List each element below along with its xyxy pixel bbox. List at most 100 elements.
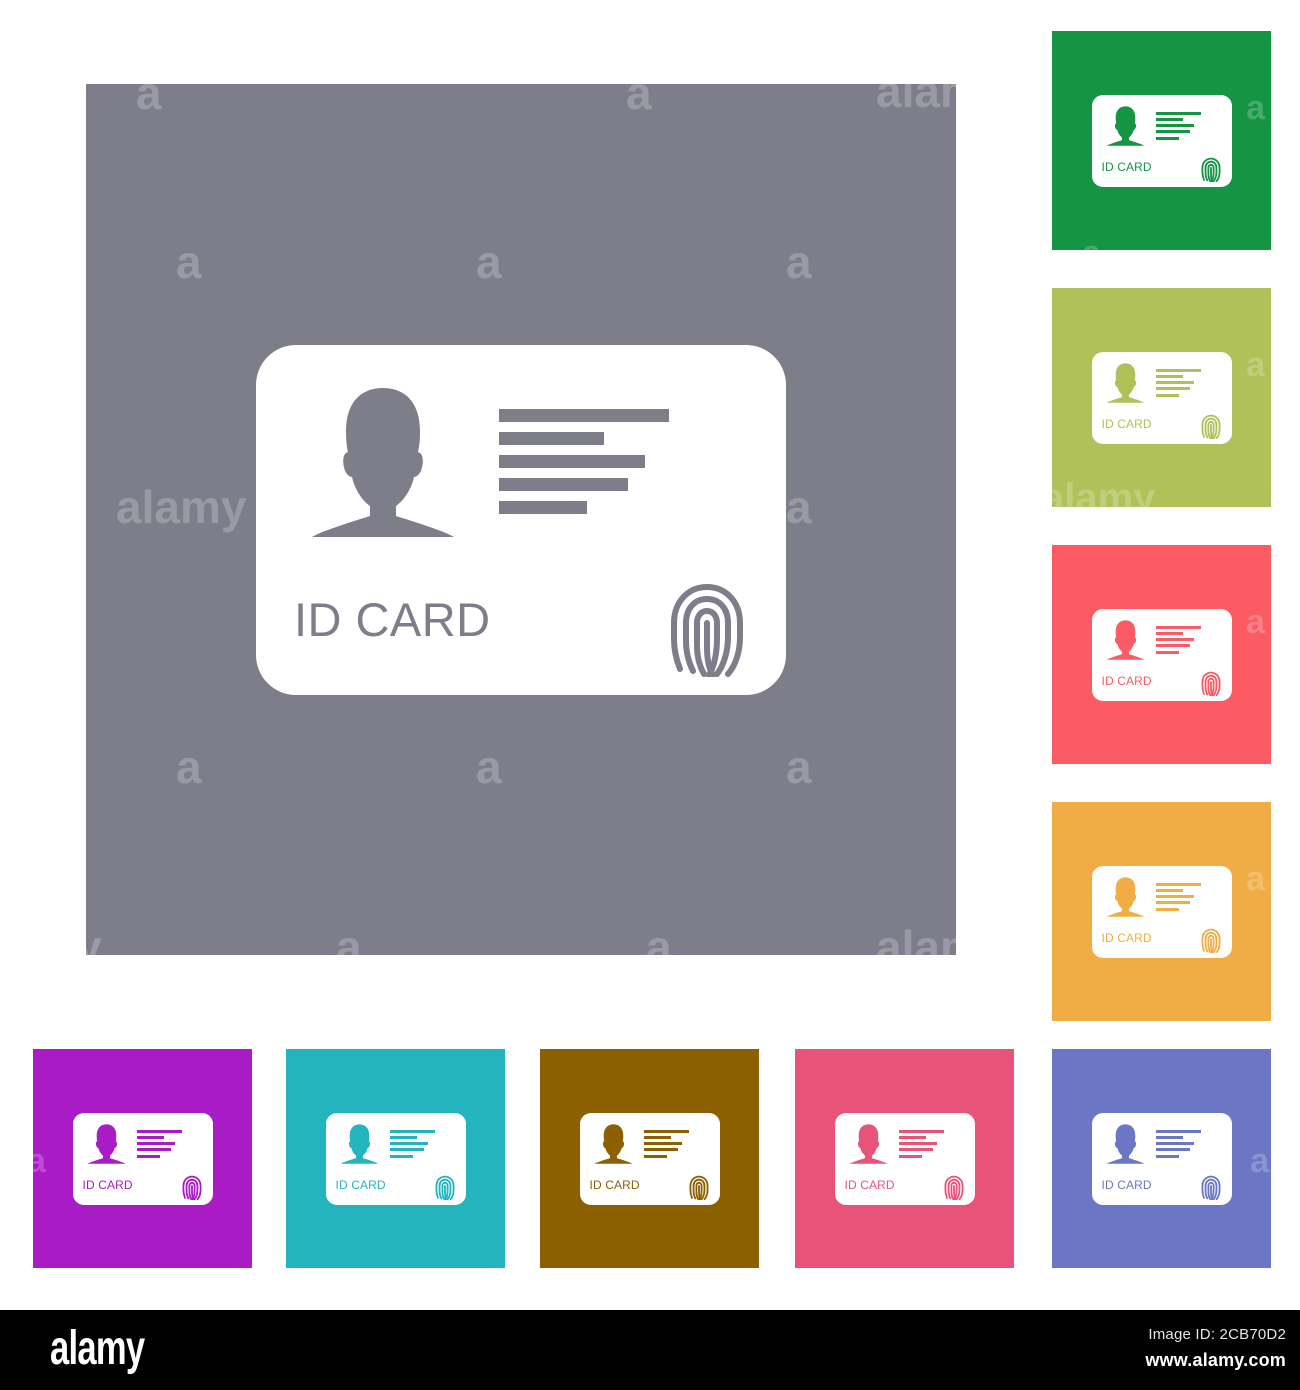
id-card-icon: ID CARD [1091, 94, 1232, 187]
fingerprint-icon [434, 1174, 456, 1200]
card-text-line [1155, 130, 1190, 134]
card-text-line [1155, 124, 1195, 127]
person-silhouette-icon [1103, 105, 1148, 146]
id-card-icon: ID CARD [1091, 608, 1232, 701]
card-text-lines [1155, 625, 1201, 654]
card-text-line [1155, 1135, 1184, 1139]
id-card-label: ID CARD [1101, 1177, 1152, 1192]
id-card-icon: ID CARD [256, 344, 786, 695]
watermark-letter: alam [876, 84, 956, 117]
watermark-letter: a [1250, 1142, 1269, 1180]
fingerprint-icon [1200, 156, 1222, 182]
id-card-label: ID CARD [1101, 673, 1152, 688]
watermark-letter: a [786, 481, 812, 533]
card-text-line [1155, 1154, 1179, 1158]
watermark-letter: a [176, 741, 202, 793]
card-text-line [389, 1142, 429, 1145]
tile-green[interactable]: a a ID CARD [1052, 31, 1271, 250]
card-text-line [898, 1129, 944, 1133]
watermark-word: alamy [116, 481, 247, 533]
watermark-letter: a [476, 741, 502, 793]
tile-light-green[interactable]: a alamy ID CARD [1052, 288, 1271, 507]
tile-brown[interactable]: ID CARD [540, 1049, 759, 1268]
card-text-lines [136, 1129, 182, 1158]
main-preview-tile[interactable]: a a alam a a a alamy a a a a y a a alam [86, 84, 956, 955]
watermark-letter: a [1246, 860, 1265, 898]
card-text-line [389, 1135, 418, 1139]
card-text-line [1155, 888, 1184, 892]
card-text-line [1155, 1129, 1201, 1133]
card-text-line [1155, 644, 1190, 648]
card-text-lines [1155, 1129, 1201, 1158]
card-text-line [136, 1148, 171, 1152]
card-text-line [1155, 1142, 1195, 1145]
card-text-line [898, 1135, 927, 1139]
tile-indigo[interactable]: a ID CARD [1052, 1049, 1271, 1268]
card-text-line [1155, 625, 1201, 629]
watermark-letter: a [176, 236, 202, 288]
tile-orange[interactable]: a ID CARD [1052, 802, 1271, 1021]
card-text-lines [389, 1129, 435, 1158]
watermark-letter: a [646, 921, 672, 955]
card-text-line [136, 1135, 165, 1139]
id-card-graphic: ID CARD [1091, 1112, 1232, 1205]
card-text-line [1155, 368, 1201, 372]
watermark-letter: a [336, 921, 362, 955]
card-text-line [136, 1142, 176, 1145]
person-silhouette-icon [1103, 1123, 1148, 1164]
id-card-graphic: ID CARD [325, 1112, 466, 1205]
card-text-line [1155, 901, 1190, 905]
id-card-icon: ID CARD [1091, 1112, 1232, 1205]
watermark-letter: alam [876, 921, 956, 955]
fingerprint-icon [181, 1174, 203, 1200]
id-card-graphic: ID CARD [1091, 865, 1232, 958]
card-text-line [499, 500, 588, 514]
id-card-label: ID CARD [335, 1177, 386, 1192]
watermark-letter: a [626, 84, 652, 119]
watermark-letter: y [86, 921, 102, 955]
card-text-line [136, 1129, 182, 1133]
person-silhouette-icon [298, 383, 468, 538]
image-id-label: Image ID: 2CB70D2 [1148, 1326, 1286, 1343]
tile-red[interactable]: a ID CARD [1052, 545, 1271, 764]
fingerprint-icon [1200, 670, 1222, 696]
card-text-lines [1155, 882, 1201, 911]
card-text-line [643, 1142, 683, 1145]
watermark-letter: a [1246, 89, 1265, 127]
card-text-line [389, 1129, 435, 1133]
id-card-graphic: ID CARD [1091, 351, 1232, 444]
card-text-line [1155, 907, 1179, 911]
person-silhouette-icon [337, 1123, 382, 1164]
card-text-line [1155, 638, 1195, 641]
tile-pink[interactable]: ID CARD [795, 1049, 1014, 1268]
person-silhouette-icon [1103, 876, 1148, 917]
card-text-line [1155, 381, 1195, 384]
card-text-line [1155, 117, 1184, 121]
watermark-letter: a [786, 741, 812, 793]
card-text-lines [898, 1129, 944, 1158]
person-silhouette-icon [1103, 362, 1148, 403]
id-card-label: ID CARD [294, 592, 491, 646]
watermark-word: alamy [1052, 476, 1156, 507]
card-text-line [1155, 111, 1201, 115]
card-text-line [1155, 631, 1184, 635]
tile-magenta[interactable]: a ID CARD [33, 1049, 252, 1268]
id-card-graphic: ID CARD [72, 1112, 213, 1205]
tile-teal[interactable]: ID CARD [286, 1049, 505, 1268]
card-text-lines [499, 408, 669, 514]
card-text-line [643, 1148, 678, 1152]
id-card-icon: ID CARD [325, 1112, 466, 1205]
card-text-lines [1155, 368, 1201, 397]
fingerprint-icon [1200, 927, 1222, 953]
card-text-line [499, 431, 605, 445]
fingerprint-icon [666, 577, 748, 677]
card-text-line [1155, 882, 1201, 886]
fingerprint-icon [1200, 1174, 1222, 1200]
watermark-letter: a [786, 236, 812, 288]
illustration-sheet: a a alam a a a alamy a a a a y a a alam [0, 0, 1300, 1390]
id-card-graphic: ID CARD [1091, 608, 1232, 701]
card-text-line [898, 1148, 933, 1152]
card-text-line [389, 1148, 424, 1152]
card-text-line [499, 408, 669, 422]
id-card-label: ID CARD [844, 1177, 895, 1192]
